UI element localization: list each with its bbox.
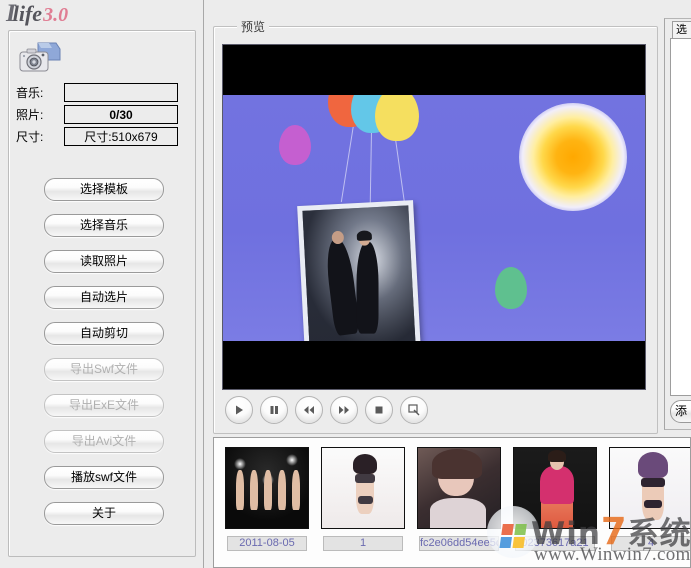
logo-version: 3.0: [43, 4, 68, 26]
list-item[interactable]: fc2e06dd54ee5c: [416, 447, 502, 551]
playback-controls: [222, 396, 646, 428]
left-control-panel: Ilife3.0 音乐: 照片: 0/30: [0, 0, 204, 568]
photo-figure-man: [324, 238, 361, 336]
right-panel-action-button[interactable]: 添: [670, 400, 691, 423]
camera-photo-icon: [18, 40, 62, 76]
thumbnail-caption: fc2e06dd54ee5c: [419, 536, 499, 551]
slide-photo-frame: [297, 200, 421, 341]
stop-button[interactable]: [365, 396, 393, 424]
app-logo: Ilife3.0: [6, 1, 146, 27]
preview-legend-label: 预览: [237, 18, 269, 35]
export-exe-button[interactable]: 导出ExE文件: [44, 394, 164, 417]
load-photos-button[interactable]: 读取照片: [44, 250, 164, 273]
play-icon: [233, 404, 245, 416]
balloon-string: [341, 125, 354, 202]
auto-select-button[interactable]: 自动选片: [44, 286, 164, 309]
export-swf-button[interactable]: 导出Swf文件: [44, 358, 164, 381]
info-row-size: 尺寸: 尺寸:510x679: [0, 127, 203, 147]
photo-figure-woman-hair: [357, 230, 373, 241]
thumbnail-image[interactable]: [417, 447, 501, 529]
fast-forward-icon: [338, 404, 351, 416]
auto-crop-button[interactable]: 自动剪切: [44, 322, 164, 345]
play-swf-button[interactable]: 播放swf文件: [44, 466, 164, 489]
list-item[interactable]: 02373617a21: [512, 447, 598, 551]
list-item[interactable]: 1: [320, 447, 406, 551]
select-music-button[interactable]: 选择音乐: [44, 214, 164, 237]
photo-figure-woman: [357, 242, 379, 334]
info-value-music: [64, 83, 178, 102]
fullscreen-button[interactable]: [400, 396, 428, 424]
info-row-music: 音乐:: [0, 83, 203, 103]
thumbnail-strip[interactable]: 2011-08-05 1 fc2e06dd54ee5c 02373617a21: [213, 437, 691, 568]
play-button[interactable]: [225, 396, 253, 424]
right-panel-list[interactable]: [670, 38, 691, 396]
select-template-button[interactable]: 选择模板: [44, 178, 164, 201]
export-avi-button[interactable]: 导出Avi文件: [44, 430, 164, 453]
balloon-string: [395, 139, 405, 204]
pause-icon: [268, 404, 280, 416]
balloon-string: [370, 131, 372, 203]
thumbnail-caption: 1: [323, 536, 403, 551]
info-label-music: 音乐:: [16, 83, 62, 103]
thumbnail-image[interactable]: [513, 447, 597, 529]
forward-button[interactable]: [330, 396, 358, 424]
rewind-icon: [303, 404, 316, 416]
thumbnail-caption: 02373617a21: [515, 536, 595, 551]
slide-photo-image: [302, 205, 415, 341]
about-button[interactable]: 关于: [44, 502, 164, 525]
sun-glow-decoration: [519, 103, 627, 211]
ilife-application-window: Ilife3.0 音乐: 照片: 0/30: [0, 0, 691, 568]
preview-stage[interactable]: [222, 44, 646, 390]
balloon-green: [495, 267, 527, 309]
thumbnail-image[interactable]: [321, 447, 405, 529]
info-value-size: 尺寸:510x679: [64, 127, 178, 146]
info-label-photos: 照片:: [16, 105, 62, 125]
info-row-photos: 照片: 0/30: [0, 105, 203, 125]
balloon-purple: [279, 125, 311, 165]
preview-slide-content: [223, 95, 645, 341]
list-item[interactable]: 4: [608, 447, 691, 551]
logo-word-life: life: [13, 1, 42, 26]
stop-icon: [373, 404, 385, 416]
pause-button[interactable]: [260, 396, 288, 424]
rewind-button[interactable]: [295, 396, 323, 424]
thumbnail-caption: 2011-08-05: [227, 536, 307, 551]
thumbnail-image[interactable]: [609, 447, 691, 529]
balloon-yellow: [375, 95, 419, 141]
info-label-size: 尺寸:: [16, 127, 62, 147]
info-value-photos: 0/30: [64, 105, 178, 124]
zoom-screen-icon: [407, 403, 421, 417]
thumbnail-image[interactable]: [225, 447, 309, 529]
thumbnail-caption: 4: [611, 536, 691, 551]
right-panel-tab[interactable]: 选: [672, 21, 691, 38]
list-item[interactable]: 2011-08-05: [224, 447, 310, 551]
